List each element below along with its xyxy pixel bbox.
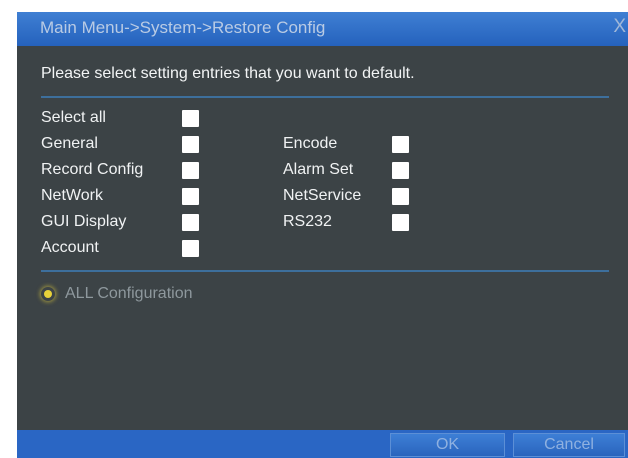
option-network-label: NetWork xyxy=(41,187,103,204)
option-network-checkbox[interactable] xyxy=(182,188,199,205)
option-alarm-set-checkbox[interactable] xyxy=(392,162,409,179)
option-alarm-set-label: Alarm Set xyxy=(283,161,354,178)
tip-row: ALL Configuration xyxy=(41,285,193,303)
cancel-button[interactable]: Cancel xyxy=(513,433,625,457)
instruction-text: Please select setting entries that you w… xyxy=(41,65,415,82)
option-general-checkbox[interactable] xyxy=(182,136,199,153)
select-all-label: Select all xyxy=(41,109,106,126)
divider-bottom xyxy=(41,270,609,272)
select-all-checkbox[interactable] xyxy=(182,110,199,127)
option-encode-label: Encode xyxy=(283,135,338,152)
title-bar: Main Menu->System->Restore Config X xyxy=(17,12,628,46)
option-netservice-label: NetService xyxy=(283,187,362,204)
option-gui-display-label: GUI Display xyxy=(41,213,127,230)
option-netservice-checkbox[interactable] xyxy=(392,188,409,205)
tip-text: ALL Configuration xyxy=(65,285,193,302)
ok-button[interactable]: OK xyxy=(390,433,505,457)
option-general-label: General xyxy=(41,135,98,152)
option-encode-checkbox[interactable] xyxy=(392,136,409,153)
option-record-config-checkbox[interactable] xyxy=(182,162,199,179)
option-gui-display-checkbox[interactable] xyxy=(182,214,199,231)
option-account-label: Account xyxy=(41,239,99,256)
button-bar: OK Cancel xyxy=(17,430,628,458)
window-title: Main Menu->System->Restore Config xyxy=(40,18,326,37)
option-record-config-label: Record Config xyxy=(41,161,144,178)
option-rs232-label: RS232 xyxy=(283,213,332,230)
restore-config-dialog: Main Menu->System->Restore Config X Plea… xyxy=(17,12,628,458)
divider-top xyxy=(41,96,609,98)
option-account-checkbox[interactable] xyxy=(182,240,199,257)
option-rs232-checkbox[interactable] xyxy=(392,214,409,231)
close-icon[interactable]: X xyxy=(613,16,626,38)
lightbulb-icon xyxy=(41,287,55,301)
